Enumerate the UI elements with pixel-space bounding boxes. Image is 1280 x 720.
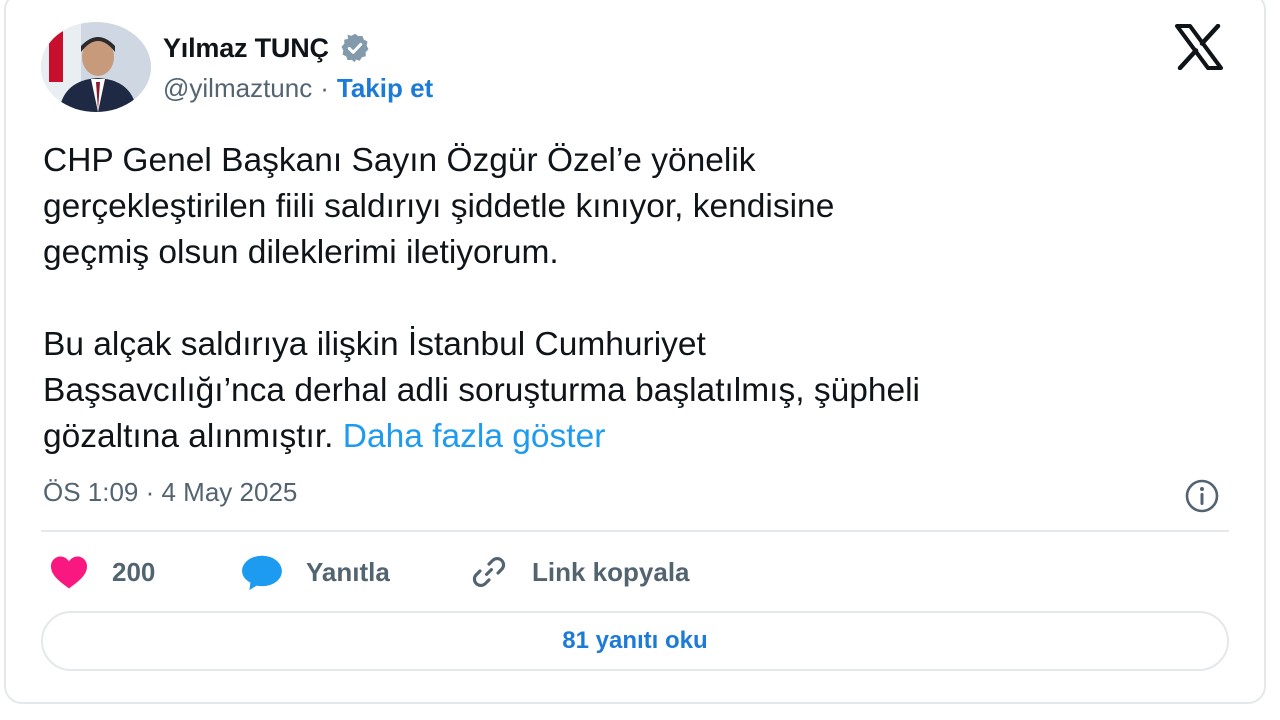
author-handle[interactable]: @yilmaztunc — [163, 73, 312, 104]
separator-dot: · — [320, 73, 329, 103]
tweet-paragraph: Bu alçak saldırıya ilişkin İstanbul Cumh… — [43, 322, 1243, 460]
link-icon — [472, 556, 506, 588]
like-count: 200 — [112, 556, 156, 587]
divider — [41, 530, 1229, 532]
tweet-timestamp[interactable]: ÖS 1:09 · 4 May 2025 — [43, 477, 297, 508]
read-replies-label: 81 yanıtı oku — [562, 627, 708, 654]
show-more-link[interactable]: Daha fazla göster — [343, 418, 606, 455]
copy-link-label: Link kopyala — [532, 556, 690, 587]
tweet-text: CHP Genel Başkanı Sayın Özgür Özel’e yön… — [43, 138, 1243, 460]
reply-button[interactable]: Yanıtla — [240, 552, 390, 592]
speech-bubble-icon — [242, 555, 282, 591]
x-logo-icon[interactable] — [1174, 23, 1224, 71]
author-handle-row: @yilmaztunc · Takip et — [163, 73, 433, 104]
tweet-paragraph: CHP Genel Başkanı Sayın Özgür Özel’e yön… — [43, 142, 835, 271]
action-bar: 200 Yanıtla Link kopyala — [48, 552, 1048, 592]
author-name-row: Yılmaz TUNÇ — [163, 30, 373, 66]
read-replies-button[interactable]: 81 yanıtı oku — [41, 611, 1229, 671]
like-button[interactable]: 200 — [48, 552, 155, 592]
heart-icon — [51, 556, 87, 589]
avatar[interactable] — [41, 22, 151, 112]
author-name[interactable]: Yılmaz TUNÇ — [163, 33, 329, 64]
info-icon[interactable] — [1183, 477, 1221, 515]
copy-link-button[interactable]: Link kopyala — [468, 552, 690, 592]
verified-badge-icon — [337, 30, 373, 66]
follow-button[interactable]: Takip et — [337, 73, 433, 104]
reply-label: Yanıtla — [306, 556, 390, 587]
